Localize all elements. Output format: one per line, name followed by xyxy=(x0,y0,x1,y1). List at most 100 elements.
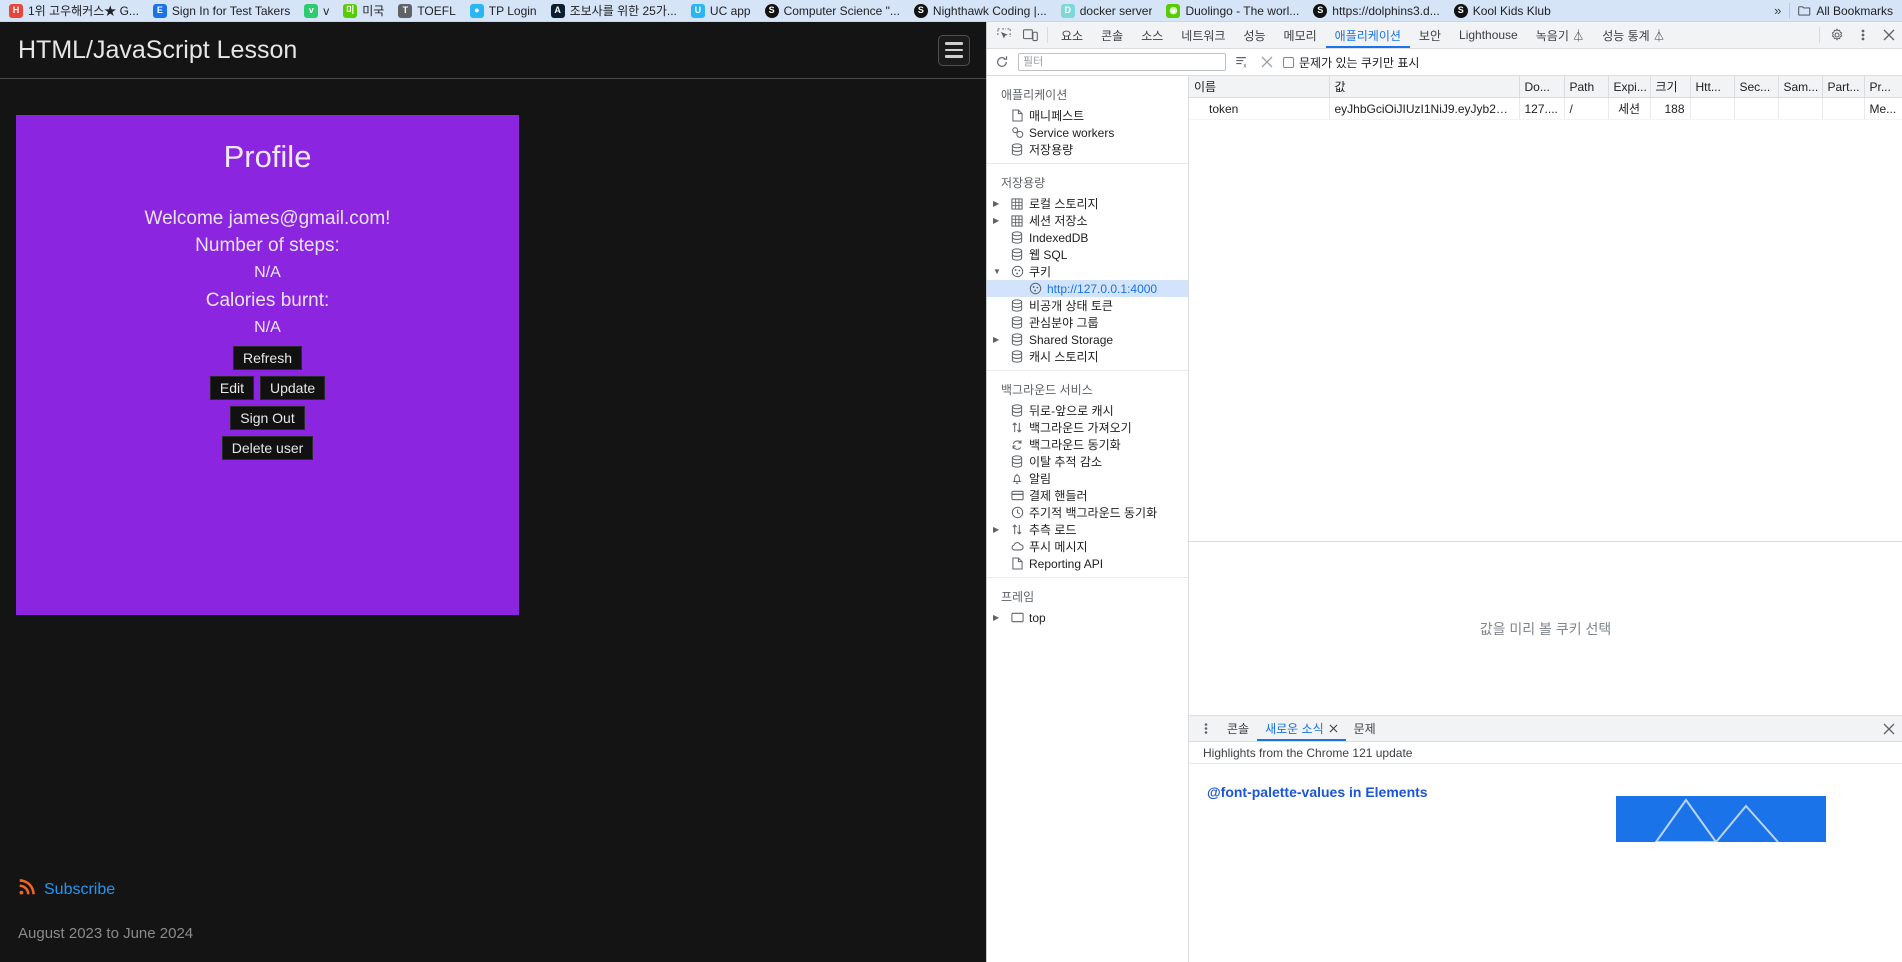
sidebar-item-payment-handler[interactable]: ▶ 결제 핸들러 xyxy=(987,487,1188,504)
page-footer: Subscribe August 2023 to June 2024 xyxy=(0,863,986,962)
sidebar-item-service-workers[interactable]: ▶ Service workers xyxy=(987,124,1188,141)
column-header-priority[interactable]: Pr... xyxy=(1864,76,1902,98)
sidebar-item-label: 결제 핸들러 xyxy=(1029,489,1088,503)
only-show-problem-cookies-checkbox[interactable]: 문제가 있는 쿠키만 표시 xyxy=(1283,54,1419,71)
bookmark-item[interactable]: v v xyxy=(297,1,336,21)
edit-button[interactable]: Edit xyxy=(209,376,254,400)
column-header-path[interactable]: Path xyxy=(1564,76,1609,98)
devtools-tab-application[interactable]: 애플리케이션 xyxy=(1326,22,1410,48)
caret-icon[interactable]: ▶ xyxy=(993,613,1002,622)
update-button[interactable]: Update xyxy=(259,376,326,400)
gear-icon[interactable] xyxy=(1824,22,1850,48)
column-header-domain[interactable]: Do... xyxy=(1519,76,1565,98)
sidebar-item-label: 세션 저장소 xyxy=(1029,214,1088,228)
cookie-table-row[interactable]: token eyJhbGciOiJIUzI1NiJ9.eyJyb2xlcyI6.… xyxy=(1189,97,1902,120)
devtools-tab-recorder[interactable]: 녹음기 ⏃ xyxy=(1527,22,1593,48)
devtools-tab-lighthouse[interactable]: Lighthouse xyxy=(1450,22,1527,48)
sidebar-item-interest-groups[interactable]: ▶ 관심분야 그룹 xyxy=(987,314,1188,331)
devtools-tab-security[interactable]: 보안 xyxy=(1410,22,1450,48)
caret-icon[interactable]: ▼ xyxy=(993,267,1002,276)
devtools-tab-network[interactable]: 네트워크 xyxy=(1172,22,1234,48)
sidebar-group-title-background-services: 백그라운드 서비스 xyxy=(1001,383,1093,397)
drawer-tab-console[interactable]: 콘솔 xyxy=(1219,716,1257,741)
drawer-tab-whats-new[interactable]: 새로운 소식 xyxy=(1257,716,1346,741)
bookmark-item[interactable]: H 1위 고우해커스★ G... xyxy=(2,1,146,21)
column-header-secure[interactable]: Sec... xyxy=(1734,76,1779,98)
caret-icon[interactable]: ▶ xyxy=(993,525,1002,534)
sidebar-item-local-storage[interactable]: ▶ 로컬 스토리지 xyxy=(987,195,1188,212)
sidebar-item-cookie-origin[interactable]: ▶ http://127.0.0.1:4000 xyxy=(987,280,1188,297)
bookmark-item[interactable]: 미 미국 xyxy=(336,1,391,21)
close-icon[interactable] xyxy=(1329,722,1338,736)
sidebar-item-shared-storage[interactable]: ▶ Shared Storage xyxy=(987,331,1188,348)
bookmark-item[interactable]: U UC app xyxy=(684,1,758,21)
sidebar-item-session-storage[interactable]: ▶ 세션 저장소 xyxy=(987,212,1188,229)
devtools-tab-sources[interactable]: 소스 xyxy=(1132,22,1172,48)
caret-icon[interactable]: ▶ xyxy=(993,216,1002,225)
column-header-expires[interactable]: Expi... xyxy=(1608,76,1651,98)
cookie-cell-priority: Me... xyxy=(1864,97,1902,120)
bookmark-item[interactable]: D docker server xyxy=(1054,1,1160,21)
devtools-tab-performance-insights[interactable]: 성능 통계 ⏃ xyxy=(1593,22,1674,48)
sidebar-item-background-sync[interactable]: ▶ 백그라운드 동기화 xyxy=(987,436,1188,453)
sidebar-item-cookies[interactable]: ▼ 쿠키 xyxy=(987,263,1188,280)
sidebar-item-notifications[interactable]: ▶ 알림 xyxy=(987,470,1188,487)
sidebar-item-back-forward-cache[interactable]: ▶ 뒤로-앞으로 캐시 xyxy=(987,402,1188,419)
column-header-partitionkey[interactable]: Part... xyxy=(1822,76,1865,98)
sidebar-item-indexeddb[interactable]: ▶ IndexedDB xyxy=(987,229,1188,246)
column-header-value[interactable]: 값 xyxy=(1329,76,1520,98)
column-header-size[interactable]: 크기 xyxy=(1650,76,1691,98)
column-header-httponly[interactable]: Htt... xyxy=(1690,76,1735,98)
bookmark-item[interactable]: S Computer Science "... xyxy=(758,1,907,21)
bookmark-item[interactable]: A 조보사를 위한 25가... xyxy=(544,1,684,21)
devtools-tab-elements[interactable]: 요소 xyxy=(1052,22,1092,48)
drawer-tab-issues[interactable]: 문제 xyxy=(1346,716,1384,741)
hamburger-menu-button[interactable] xyxy=(938,34,970,66)
sidebar-item-private-state-tokens[interactable]: ▶ 비공개 상태 토큰 xyxy=(987,297,1188,314)
bookmark-item[interactable]: ● TP Login xyxy=(463,1,544,21)
column-header-samesite[interactable]: Sam... xyxy=(1778,76,1823,98)
bookmarks-overflow-icon[interactable]: » xyxy=(1766,3,1789,18)
subscribe-row[interactable]: Subscribe xyxy=(18,879,986,901)
cookie-table-header-row: 이름 값 Do... Path Expi... 크기 Htt... Sec...… xyxy=(1189,76,1902,98)
delete-user-button[interactable]: Delete user xyxy=(221,436,314,460)
sidebar-item-speculative-loads[interactable]: ▶ 추측 로드 xyxy=(987,521,1188,538)
sidebar-item-periodic-background-sync[interactable]: ▶ 주기적 백그라운드 동기화 xyxy=(987,504,1188,521)
subscribe-link[interactable]: Subscribe xyxy=(44,881,115,899)
sidebar-item-bounce-tracking-mitigations[interactable]: ▶ 이탈 추적 감소 xyxy=(987,453,1188,470)
document-icon xyxy=(1010,557,1024,571)
bookmark-item[interactable]: S https://dolphins3.d... xyxy=(1306,1,1446,21)
clear-filtered-cookies-icon[interactable]: x xyxy=(1233,53,1251,71)
refresh-icon[interactable] xyxy=(993,53,1011,71)
close-devtools-icon[interactable] xyxy=(1876,22,1902,48)
sidebar-item-frame-top[interactable]: ▶ top xyxy=(987,609,1188,626)
sign-out-button[interactable]: Sign Out xyxy=(230,406,305,430)
devtools-tab-performance[interactable]: 성능 xyxy=(1234,22,1274,48)
more-options-icon[interactable] xyxy=(1850,22,1876,48)
close-drawer-icon[interactable] xyxy=(1876,716,1902,741)
sidebar-item-storage[interactable]: ▶ 저장용량 xyxy=(987,141,1188,158)
toggle-device-toolbar-icon[interactable] xyxy=(1017,22,1043,48)
sidebar-item-cache-storage[interactable]: ▶ 캐시 스토리지 xyxy=(987,348,1188,365)
sidebar-item-background-fetch[interactable]: ▶ 백그라운드 가져오기 xyxy=(987,419,1188,436)
bookmark-item[interactable]: S Kool Kids Klub xyxy=(1447,1,1558,21)
caret-icon[interactable]: ▶ xyxy=(993,199,1002,208)
cookie-filter-input[interactable] xyxy=(1018,53,1226,71)
all-bookmarks-button[interactable]: All Bookmarks xyxy=(1790,1,1900,21)
refresh-button[interactable]: Refresh xyxy=(232,346,303,370)
sidebar-item-push-messaging[interactable]: ▶ 푸시 메시지 xyxy=(987,538,1188,555)
sidebar-item-reporting-api[interactable]: ▶ Reporting API xyxy=(987,555,1188,572)
bookmark-item[interactable]: T TOEFL xyxy=(391,1,462,21)
sidebar-item-web-sql[interactable]: ▶ 웹 SQL xyxy=(987,246,1188,263)
inspect-element-icon[interactable] xyxy=(991,22,1017,48)
sidebar-item-manifest[interactable]: ▶ 매니페스트 xyxy=(987,107,1188,124)
column-header-name[interactable]: 이름 xyxy=(1189,76,1330,98)
bookmark-item[interactable]: S Nighthawk Coding |... xyxy=(907,1,1054,21)
devtools-tab-console[interactable]: 콘솔 xyxy=(1092,22,1132,48)
devtools-tab-memory[interactable]: 메모리 xyxy=(1275,22,1326,48)
caret-icon[interactable]: ▶ xyxy=(993,335,1002,344)
bookmark-item[interactable]: ◉ Duolingo - The worl... xyxy=(1159,1,1306,21)
bookmark-item[interactable]: E Sign In for Test Takers xyxy=(146,1,297,21)
drawer-more-options-icon[interactable] xyxy=(1193,716,1219,741)
clear-all-cookies-icon[interactable] xyxy=(1258,53,1276,71)
